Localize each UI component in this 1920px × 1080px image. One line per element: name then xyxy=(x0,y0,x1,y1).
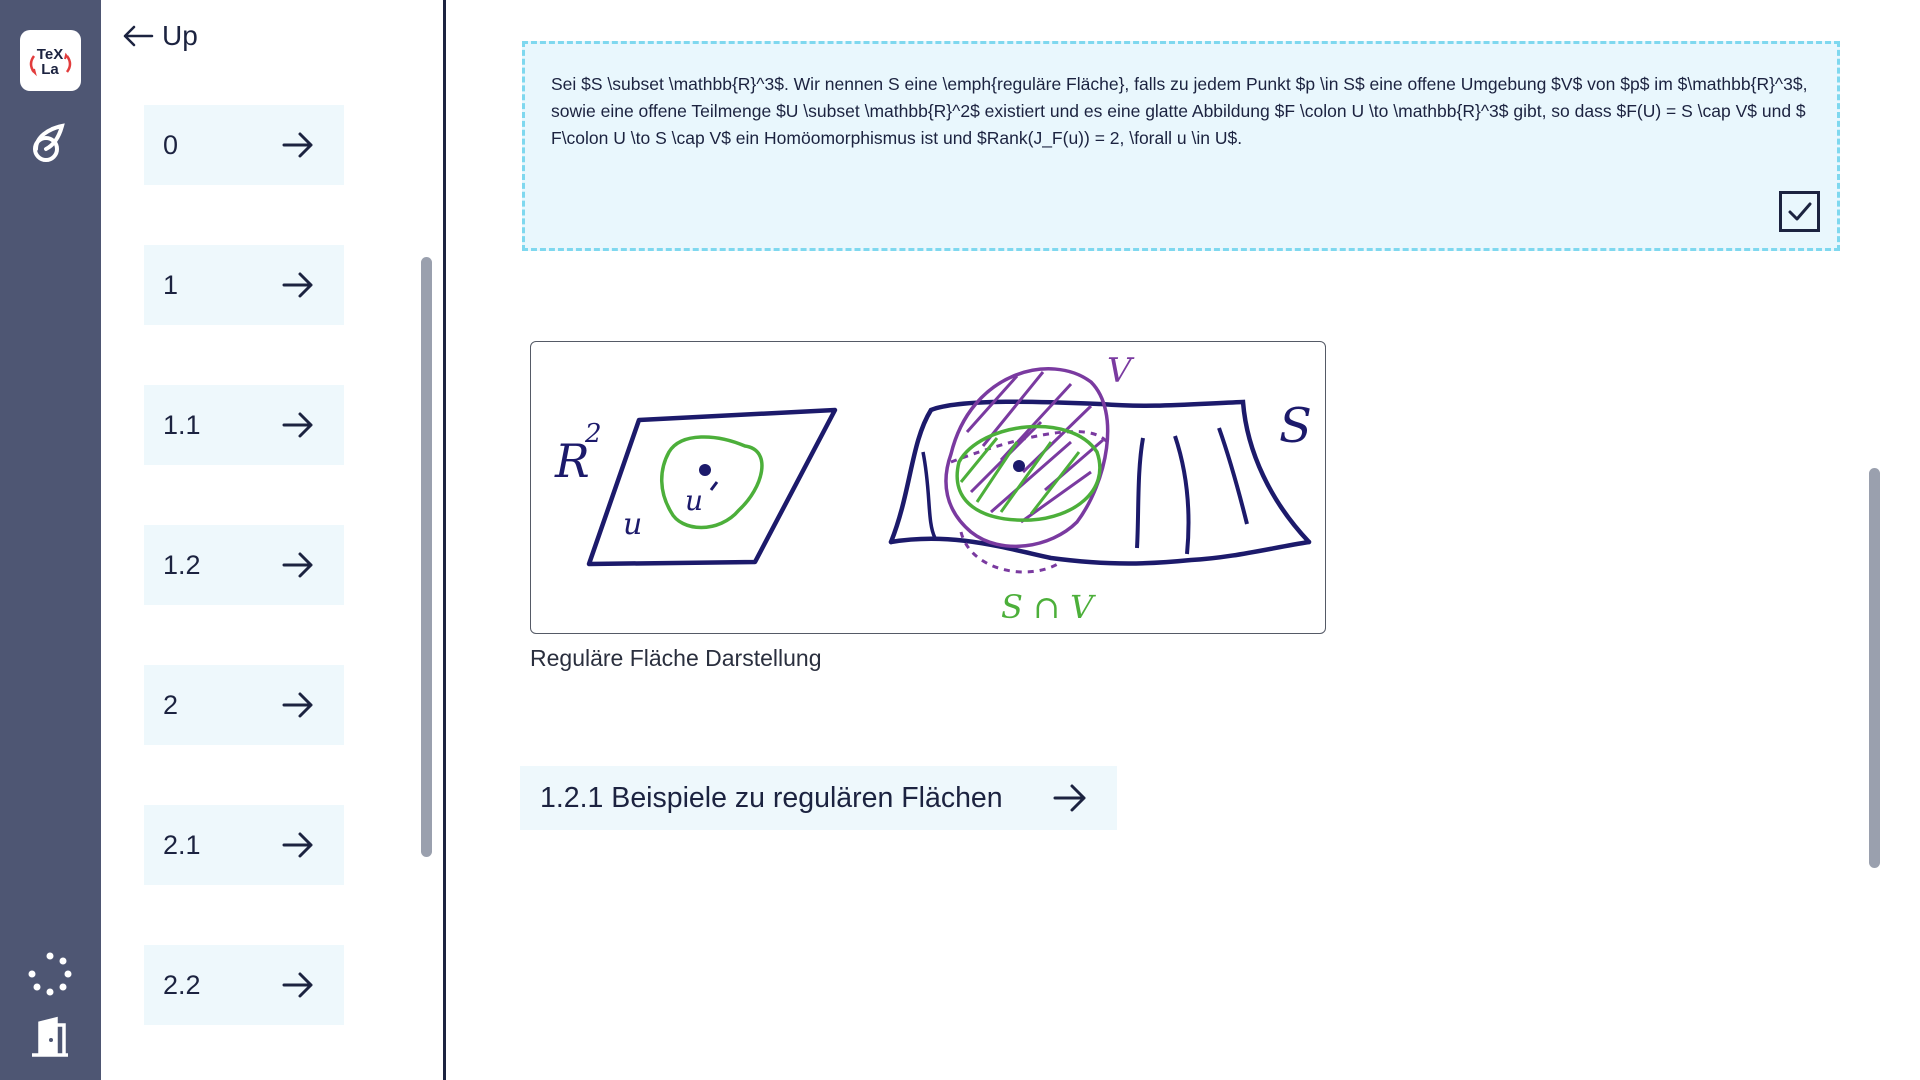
section-item-2[interactable]: 2 xyxy=(144,665,344,745)
definition-text: Sei $S \subset \mathbb{R}^3$. Wir nennen… xyxy=(551,74,1808,148)
content-scrollbar[interactable] xyxy=(1869,468,1880,868)
svg-text:La: La xyxy=(41,61,59,78)
exit-door-icon[interactable] xyxy=(26,1013,74,1061)
section-label: 1 xyxy=(163,269,179,300)
section-label: 2 xyxy=(163,689,179,720)
subsection-link-1-2-1[interactable]: 1.2.1 Beispiele zu regulären Flächen xyxy=(520,766,1117,830)
section-item-1-2[interactable]: 1.2 xyxy=(144,525,344,605)
icon-rail: TeX La xyxy=(0,0,101,1080)
definition-block[interactable]: Sei $S \subset \mathbb{R}^3$. Wir nennen… xyxy=(522,41,1840,251)
arrow-right-icon xyxy=(282,832,313,858)
up-button[interactable]: Up xyxy=(122,16,198,56)
s-cap-v-label: S ∩ V xyxy=(1001,588,1096,626)
section-item-2-1[interactable]: 2.1 xyxy=(144,805,344,885)
checkmark-icon xyxy=(1788,202,1812,221)
section-item-0[interactable]: 0 xyxy=(144,105,344,185)
section-label: 2.2 xyxy=(163,969,201,1000)
arrow-right-icon xyxy=(282,132,313,158)
u-label: u xyxy=(623,507,642,542)
section-label: 2.1 xyxy=(163,829,201,860)
v-label: V xyxy=(1107,351,1135,391)
section-item-1[interactable]: 1 xyxy=(144,245,344,325)
u-prime-label: u xyxy=(685,484,703,517)
arrow-right-icon xyxy=(282,412,313,438)
arrow-right-icon xyxy=(282,972,313,998)
handwritten-sketch: R 2 u u V S S ∩ V xyxy=(554,351,1312,626)
section-item-2-2[interactable]: 2.2 xyxy=(144,945,344,1025)
checkmark-checkbox[interactable] xyxy=(1779,191,1820,232)
s-label: S xyxy=(1279,398,1312,454)
figure-caption: Reguläre Fläche Darstellung xyxy=(530,645,822,671)
subsection-label: 1.2.1 Beispiele zu regulären Flächen xyxy=(540,781,1003,814)
arrow-right-icon xyxy=(1053,784,1086,812)
arrow-right-icon xyxy=(282,272,313,298)
section-label: 0 xyxy=(163,129,179,160)
regular-surface-figure: R 2 u u V S S ∩ V xyxy=(530,341,1326,634)
arrow-right-icon xyxy=(282,692,313,718)
leaf-icon[interactable] xyxy=(26,117,74,165)
section-item-1-1[interactable]: 1.1 xyxy=(144,385,344,465)
up-label: Up xyxy=(162,20,198,51)
panel-divider[interactable] xyxy=(443,0,446,1080)
arrow-left-icon xyxy=(123,25,154,47)
r2-exponent: 2 xyxy=(584,419,602,449)
section-label: 1.2 xyxy=(163,549,201,580)
loading-spinner-icon[interactable] xyxy=(26,950,74,998)
texla-logo[interactable]: TeX La xyxy=(20,30,81,91)
section-label: 1.1 xyxy=(163,409,201,440)
section-list-scrollbar[interactable] xyxy=(421,257,432,857)
arrow-right-icon xyxy=(282,552,313,578)
